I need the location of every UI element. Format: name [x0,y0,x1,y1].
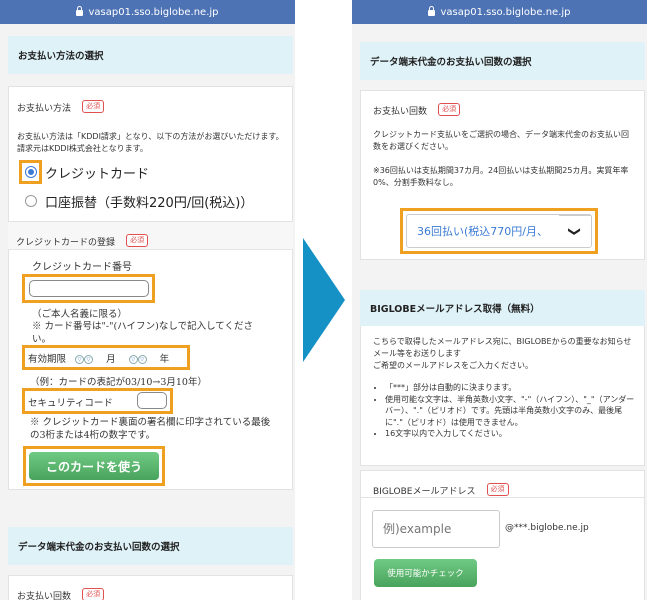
year-label: 年 [159,354,170,365]
installment-note: ※36回払いは支払期間37カ月。24回払いは支払期間25カ月。実質年率0%、分割… [373,166,629,187]
installment-select[interactable]: 36回払い(税込770円/月、 ❯ [406,214,592,248]
card-registration-header: クレジットカードの登録 必須 [8,222,293,250]
check-availability-button[interactable]: 使用可能かチェック [374,559,477,587]
required-badge: 必須 [486,483,509,496]
email-info-card: こちらで取得したメールアドレス宛に、BIGLOBEからの重要なお知らせメール等を… [360,326,645,466]
section-title: データ端末代金のお支払い回数の選択 [18,542,180,553]
lock-icon [428,6,436,16]
email-domain-suffix: @***.biglobe.ne.jp [505,523,589,533]
expiry-month-select[interactable]: ▽ ▽ [75,354,99,365]
list-item: 「***」部分は自動的に決まります。 [385,382,637,394]
year-down-icon[interactable]: ▽ [128,355,138,364]
payment-method-header: お支払い方法の選択 [8,36,293,74]
installment-select-value: 36回払い(税込770円/月、 [417,225,548,238]
year-up-icon[interactable]: ▽ [137,355,147,364]
installment-label: お支払い回数 [17,592,72,600]
section-title: BIGLOBEメールアドレス取得（無料） [370,304,540,315]
section-title: データ端末代金のお支払い回数の選択 [370,57,532,68]
payment-method-label: お支払い方法 [17,104,72,114]
security-code-input[interactable] [137,392,167,409]
email-rules-list: 「***」部分は自動的に決まります。 使用可能な文字は、半角英数小文字、"-"（… [385,382,637,440]
url-bar[interactable]: vasap01.sso.biglobe.ne.jp [352,0,647,24]
required-badge: 必須 [126,234,149,247]
card-number-input[interactable] [29,280,149,297]
email-description: こちらで取得したメールアドレス宛に、BIGLOBEからの重要なお知らせメール等を… [373,337,632,370]
card-registration-label: クレジットカードの登録 [16,238,116,248]
required-badge: 必須 [82,588,105,600]
required-badge: 必須 [82,100,105,113]
card-number-label: クレジットカード番号 [32,262,132,273]
right-phone-screen: vasap01.sso.biglobe.ne.jp データ端末代金のお支払い回数… [352,0,647,600]
month-label: 月 [106,354,116,365]
section-title: お支払い方法の選択 [18,51,104,62]
lock-icon [76,6,84,16]
email-local-part-input[interactable] [372,510,500,548]
installment-description: クレジットカード支払いをご選択の場合、データ端末代金のお支払い回数をお選びくださ… [373,130,629,151]
email-field-label: BIGLOBEメールアドレス [373,487,476,497]
list-item: 使用可能な文字は、半角英数小文字、"-"（ハイフン）、"_"（アンダーバー）、"… [385,394,637,429]
payment-method-description: お支払い方法は「KDDI請求」となり、以下の方法がお選びいただけます。請求元はK… [17,132,284,153]
email-field-header: BIGLOBEメールアドレス 必須 [360,470,645,498]
required-badge: 必須 [438,103,461,116]
chevron-down-icon[interactable]: ❯ [559,215,591,247]
installment-label: お支払い回数 [373,107,428,117]
own-name-note: （ご本人名義に限る） [32,309,128,320]
installment-header: データ端末代金のお支払い回数の選択 [360,42,645,80]
expiry-year-select[interactable]: ▽ ▽ [128,354,153,365]
url-text: vasap01.sso.biglobe.ne.jp [88,6,219,18]
use-this-card-button[interactable]: このカードを使う [29,452,159,480]
expiry-row: 有効期限 ▽ ▽ 月 ▽ ▽ 年 [28,351,169,365]
url-bar[interactable]: vasap01.sso.biglobe.ne.jp [0,0,295,24]
bank-transfer-option-label[interactable]: 口座振替（手数料220円/回(税込)） [45,192,253,211]
hyphen-note: ※ カード番号は"-"(ハイフン)なしで記入してください。 [32,321,254,345]
expiry-label: 有効期限 [28,354,67,365]
security-code-label: セキュリティコード [28,398,113,409]
url-text: vasap01.sso.biglobe.ne.jp [440,6,571,18]
bank-transfer-radio[interactable] [25,195,37,207]
next-step-arrow-icon [303,238,345,362]
email-header: BIGLOBEメールアドレス取得（無料） [360,290,645,326]
expiry-example: （例：カードの表記が03/10→3月10年） [30,377,207,388]
credit-card-option-label[interactable]: クレジットカード [45,163,149,182]
payment-method-label-row: お支払い方法 必須 [17,96,105,115]
credit-card-radio[interactable] [25,166,37,178]
installment-header: データ端末代金のお支払い回数の選択 [8,527,293,565]
list-item: 16文字以内で入力してください。 [385,428,637,440]
installment-card: お支払い回数 必須 [8,575,293,600]
left-phone-screen: vasap01.sso.biglobe.ne.jp お支払い方法の選択 お支払い… [0,0,295,600]
month-up-icon[interactable]: ▽ [84,355,94,364]
month-down-icon[interactable]: ▽ [75,355,85,364]
security-code-note: ※ クレジットカード裏面の署名欄に印字されている最後の3桁または4桁の数字です。 [30,417,271,441]
